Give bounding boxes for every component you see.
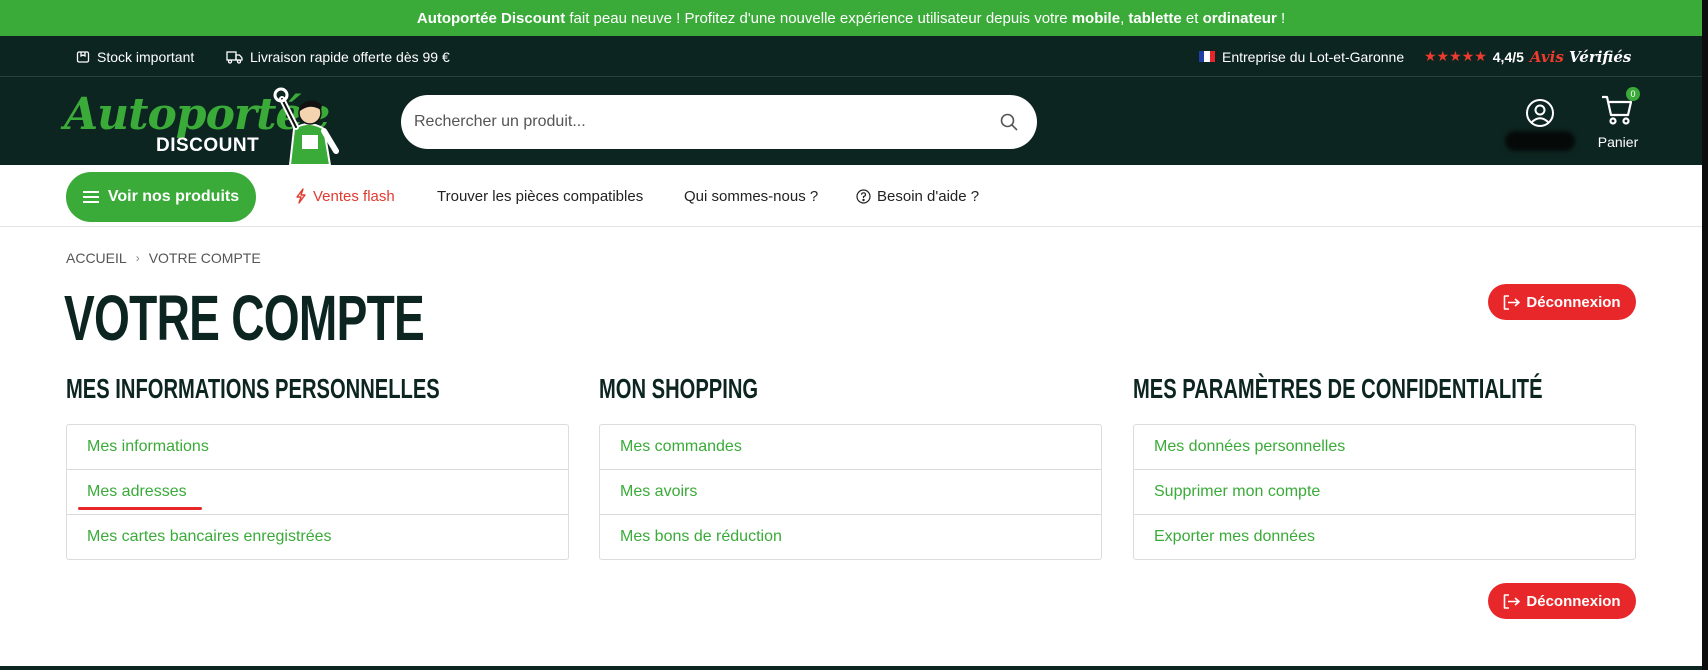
reviews-brand-part1: Avis bbox=[1529, 47, 1564, 66]
promo-text: fait peau neuve ! Profitez d'une nouvell… bbox=[565, 9, 1072, 27]
nav-help[interactable]: Besoin d'aide ? bbox=[856, 165, 979, 227]
link-my-vouchers[interactable]: Mes bons de réduction bbox=[600, 515, 1101, 559]
search-icon[interactable] bbox=[995, 108, 1023, 136]
promo-end: ! bbox=[1276, 9, 1286, 27]
window-scrollbar-edge bbox=[1702, 0, 1708, 670]
section-title-personal-info: MES INFORMATIONS PERSONNELLES bbox=[66, 373, 440, 404]
promo-banner: Autoportée Discount fait peau neuve ! Pr… bbox=[0, 0, 1702, 36]
top-info-bar: Stock important Livraison rapide offerte… bbox=[0, 36, 1702, 77]
link-my-orders[interactable]: Mes commandes bbox=[600, 425, 1101, 470]
link-export-data[interactable]: Exporter mes données bbox=[1134, 515, 1635, 559]
shipping-info: Livraison rapide offerte dès 99 € bbox=[226, 36, 450, 77]
breadcrumb-separator: › bbox=[135, 251, 140, 265]
promo-mobile: mobile bbox=[1071, 9, 1121, 27]
verified-reviews-logo: Avis Vérifiés bbox=[1530, 48, 1631, 66]
link-saved-cards[interactable]: Mes cartes bancaires enregistrées bbox=[67, 515, 568, 559]
privacy-card: Mes données personnelles Supprimer mon c… bbox=[1133, 424, 1636, 560]
truck-icon bbox=[226, 50, 243, 64]
section-title-shopping: MON SHOPPING bbox=[599, 373, 759, 404]
account-button[interactable] bbox=[1522, 95, 1558, 131]
breadcrumb-home[interactable]: ACCUEIL bbox=[66, 250, 127, 266]
stock-info: Stock important bbox=[76, 36, 194, 77]
products-menu-label: Voir nos produits bbox=[107, 188, 240, 205]
lightning-icon bbox=[296, 188, 306, 204]
company-text: Entreprise du Lot-et-Garonne bbox=[1222, 48, 1405, 65]
promo-sep: et bbox=[1181, 9, 1203, 27]
mascot-icon bbox=[273, 87, 339, 165]
link-delete-account[interactable]: Supprimer mon compte bbox=[1134, 470, 1635, 515]
logout-label: Déconnexion bbox=[1526, 293, 1621, 311]
logout-button-bottom[interactable]: Déconnexion bbox=[1488, 583, 1636, 619]
shopping-card: Mes commandes Mes avoirs Mes bons de réd… bbox=[599, 424, 1102, 560]
section-title-privacy: MES PARAMÈTRES DE CONFIDENTIALITÉ bbox=[1133, 373, 1543, 404]
company-info: Entreprise du Lot-et-Garonne bbox=[1199, 36, 1404, 77]
products-menu-button[interactable]: Voir nos produits bbox=[66, 172, 256, 222]
cart-button[interactable]: 0 Panier bbox=[1590, 87, 1646, 153]
link-my-information[interactable]: Mes informations bbox=[67, 425, 568, 470]
nav-help-label: Besoin d'aide ? bbox=[877, 187, 980, 205]
personal-info-card: Mes informations Mes adresses Mes cartes… bbox=[66, 424, 569, 560]
breadcrumb-current: VOTRE COMPTE bbox=[148, 250, 261, 266]
nav-flash-sales[interactable]: Ventes flash bbox=[295, 165, 395, 227]
promo-brand: Autoportée Discount bbox=[416, 9, 566, 27]
question-circle-icon bbox=[856, 188, 871, 204]
promo-tablet: tablette bbox=[1128, 9, 1182, 27]
search-input[interactable] bbox=[414, 113, 995, 131]
stock-text: Stock important bbox=[97, 48, 195, 65]
highlight-underline bbox=[78, 507, 202, 510]
site-logo[interactable]: Autoportée DISCOUNT bbox=[64, 83, 344, 165]
logout-button-top[interactable]: Déconnexion bbox=[1488, 284, 1636, 320]
link-my-credits[interactable]: Mes avoirs bbox=[600, 470, 1101, 515]
box-icon bbox=[76, 50, 90, 64]
nav-about-label: Qui sommes-nous ? bbox=[684, 187, 819, 205]
search-bar bbox=[401, 95, 1037, 149]
logo-text-secondary: DISCOUNT bbox=[156, 135, 260, 156]
link-personal-data[interactable]: Mes données personnelles bbox=[1134, 425, 1635, 470]
rating-widget[interactable]: ★★★★★ 4,4/5 Avis Vérifiés bbox=[1424, 36, 1631, 77]
user-circle-icon bbox=[1526, 99, 1554, 127]
footer-edge bbox=[0, 666, 1702, 670]
reviews-brand-part2: Vérifiés bbox=[1563, 47, 1632, 66]
main-header: Autoportée DISCOUNT 0 Panier bbox=[0, 77, 1702, 165]
promo-computer: ordinateur bbox=[1202, 9, 1277, 27]
shipping-text: Livraison rapide offerte dès 99 € bbox=[250, 48, 450, 65]
rating-value: 4,4/5 bbox=[1492, 48, 1524, 65]
france-flag-icon bbox=[1199, 51, 1215, 62]
nav-about[interactable]: Qui sommes-nous ? bbox=[684, 165, 818, 227]
nav-flash-label: Ventes flash bbox=[313, 187, 395, 205]
logout-icon bbox=[1504, 593, 1521, 609]
nav-parts-label: Trouver les pièces compatibles bbox=[437, 187, 644, 205]
page-title: VOTRE COMPTE bbox=[64, 282, 425, 354]
main-navigation: Voir nos produits Ventes flash Trouver l… bbox=[0, 165, 1702, 227]
cart-count-badge: 0 bbox=[1626, 87, 1640, 101]
rating-stars-icon: ★★★★★ bbox=[1424, 48, 1487, 64]
nav-compatible-parts[interactable]: Trouver les pièces compatibles bbox=[437, 165, 643, 227]
account-label-redacted bbox=[1505, 131, 1575, 151]
logout-label: Déconnexion bbox=[1526, 592, 1621, 610]
hamburger-icon bbox=[82, 191, 99, 203]
logout-icon bbox=[1504, 294, 1521, 310]
breadcrumb: ACCUEIL › VOTRE COMPTE bbox=[66, 250, 261, 266]
cart-label: Panier bbox=[1597, 134, 1639, 150]
